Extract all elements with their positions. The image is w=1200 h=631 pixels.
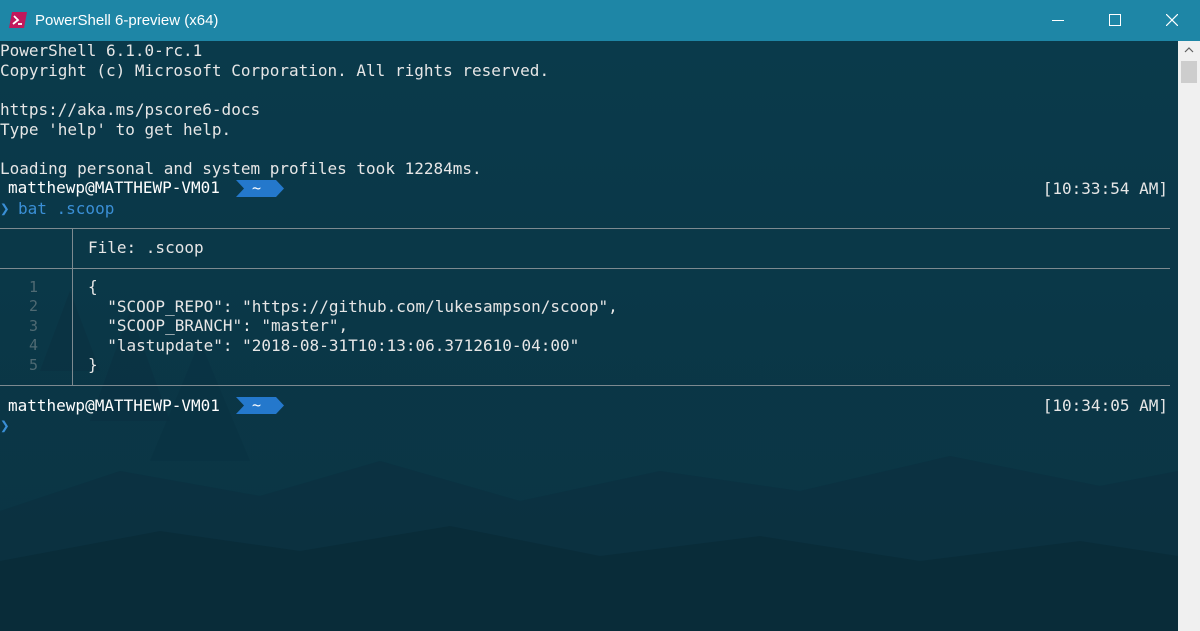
prompt-directory: ~ [252,179,262,197]
banner-profile-time: Loading personal and system profiles too… [0,159,482,178]
code-line: "SCOOP_REPO": "https://github.com/lukesa… [88,297,618,316]
line-number: 5 [28,356,38,374]
minimize-button[interactable] [1030,0,1086,41]
bat-file-header: File: .scoop [88,238,204,257]
line-number: 3 [28,317,38,335]
powershell-window: PowerShell 6-preview (x64) PowerShell 6.… [0,0,1200,631]
bat-gutter-divider [72,269,73,385]
powershell-icon[interactable] [9,12,27,28]
banner-docs-link[interactable]: https://aka.ms/pscore6-docs [0,100,260,119]
banner-version: PowerShell 6.1.0-rc.1 [0,41,203,60]
bat-top-rule [0,228,1170,229]
code-line: } [88,355,98,374]
scrollbar-thumb[interactable] [1181,61,1197,83]
title-bar[interactable]: PowerShell 6-preview (x64) [0,0,1200,41]
line-number: 2 [28,297,38,315]
close-button[interactable] [1144,0,1200,41]
bat-bottom-rule [0,385,1170,386]
prompt-user-host: matthewp@MATTHEWP-VM01 [8,178,220,197]
chevron-up-icon [1184,47,1194,53]
maximize-button[interactable] [1087,0,1143,41]
prompt-chevron-icon: ❯ [0,199,10,218]
vertical-scrollbar[interactable] [1178,41,1200,631]
bat-header-divider [72,229,73,268]
code-line: { [88,277,98,296]
console-area[interactable]: PowerShell 6.1.0-rc.1 Copyright (c) Micr… [0,41,1200,631]
code-line: "SCOOP_BRANCH": "master", [88,316,349,335]
close-icon [1166,14,1178,26]
prompt-directory-segment: ~ [236,179,284,197]
minimize-icon [1052,20,1064,21]
command-input[interactable]: bat .scoop [18,199,114,218]
prompt-directory-segment: ~ [236,396,284,414]
prompt-timestamp: [10:33:54 AM] [1042,179,1168,198]
line-number: 1 [28,278,38,296]
line-number: 4 [28,336,38,354]
prompt-user-host: matthewp@MATTHEWP-VM01 [8,396,220,415]
prompt-directory: ~ [252,396,262,414]
scroll-up-button[interactable] [1178,41,1200,59]
code-line: "lastupdate": "2018-08-31T10:13:06.37126… [88,336,580,355]
maximize-icon [1109,14,1121,26]
prompt-chevron-icon: ❯ [0,416,10,435]
prompt-timestamp: [10:34:05 AM] [1042,396,1168,415]
window-title: PowerShell 6-preview (x64) [35,12,219,29]
bat-header-rule [0,268,1170,269]
banner-help: Type 'help' to get help. [0,120,232,139]
banner-copyright: Copyright (c) Microsoft Corporation. All… [0,61,550,80]
